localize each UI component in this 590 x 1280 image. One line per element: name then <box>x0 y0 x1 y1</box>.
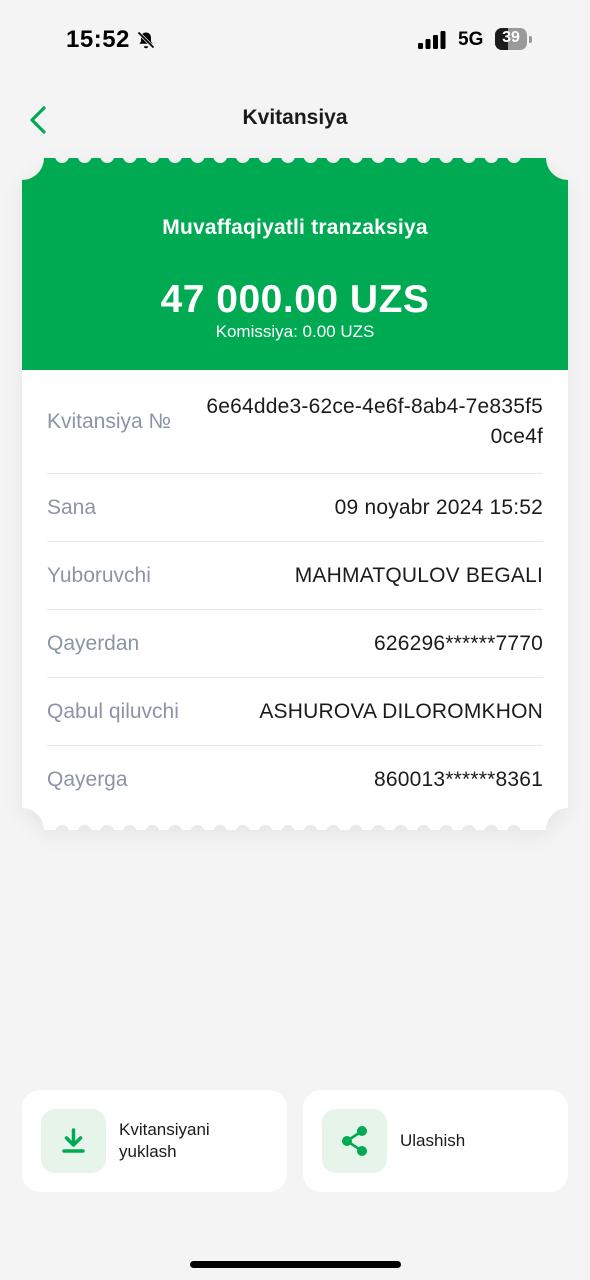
to-card-value: 860013******8361 <box>373 767 543 791</box>
network-label: 5G <box>458 29 484 50</box>
receipt-number-value: 6e64dde3-62ce-4e6f-8ab4-7e835f50ce4f <box>206 394 543 448</box>
page-title: Kvitansiya <box>242 106 348 129</box>
detail-label: Qayerga <box>47 767 128 791</box>
date-value: 09 noyabr 2024 15:52 <box>334 495 543 519</box>
detail-label: Qayerdan <box>47 631 140 655</box>
share-label: Ulashish <box>400 1131 466 1150</box>
receipt-details: Kvitansiya № 6e64dde3-62ce-4e6f-8ab4-7e8… <box>47 370 543 813</box>
detail-row-recipient: Qabul qiluvchi ASHUROVA DILOROMKHON <box>47 678 543 746</box>
commission-text: Komissiya: 0.00 UZS <box>215 322 375 341</box>
home-indicator <box>190 1261 401 1268</box>
receipt-card: Muvaffaqiyatli tranzaksiya 47 000.00 UZS… <box>22 158 568 830</box>
bell-slash-icon <box>137 31 155 49</box>
download-label: Kvitansiyani yuklash <box>119 1120 210 1161</box>
share-icon <box>342 1126 367 1156</box>
detail-row-from: Qayerdan 626296******7770 <box>47 610 543 678</box>
detail-row-date: Sana 09 noyabr 2024 15:52 <box>47 474 543 542</box>
from-card-value: 626296******7770 <box>373 631 543 655</box>
battery-level: 39 <box>502 29 520 46</box>
detail-row-receipt-number: Kvitansiya № 6e64dde3-62ce-4e6f-8ab4-7e8… <box>47 370 543 474</box>
share-button[interactable]: Ulashish <box>303 1090 568 1192</box>
download-icon-box <box>41 1109 106 1173</box>
transaction-amount: 47 000.00 UZS <box>160 278 430 321</box>
download-receipt-button[interactable]: Kvitansiyani yuklash <box>22 1090 287 1192</box>
detail-label: Kvitansiya № <box>47 409 172 433</box>
download-icon <box>62 1128 85 1153</box>
status-bar: 15:52 5G 39 <box>0 0 590 80</box>
battery-icon: 39 <box>495 28 532 50</box>
sender-value: MAHMATQULOV BEGALI <box>294 563 543 587</box>
detail-label: Qabul qiluvchi <box>47 699 179 723</box>
status-time: 15:52 <box>66 26 130 53</box>
detail-label: Sana <box>47 495 97 519</box>
receipt-header: Muvaffaqiyatli tranzaksiya 47 000.00 UZS… <box>22 178 568 369</box>
detail-row-to: Qayerga 860013******8361 <box>47 746 543 813</box>
recipient-value: ASHUROVA DILOROMKHON <box>259 699 543 723</box>
signal-icon <box>418 31 446 49</box>
share-icon-box <box>322 1109 387 1173</box>
detail-label: Yuboruvchi <box>47 563 151 587</box>
detail-row-sender: Yuboruvchi MAHMATQULOV BEGALI <box>47 542 543 610</box>
transaction-status: Muvaffaqiyatli tranzaksiya <box>162 216 428 239</box>
